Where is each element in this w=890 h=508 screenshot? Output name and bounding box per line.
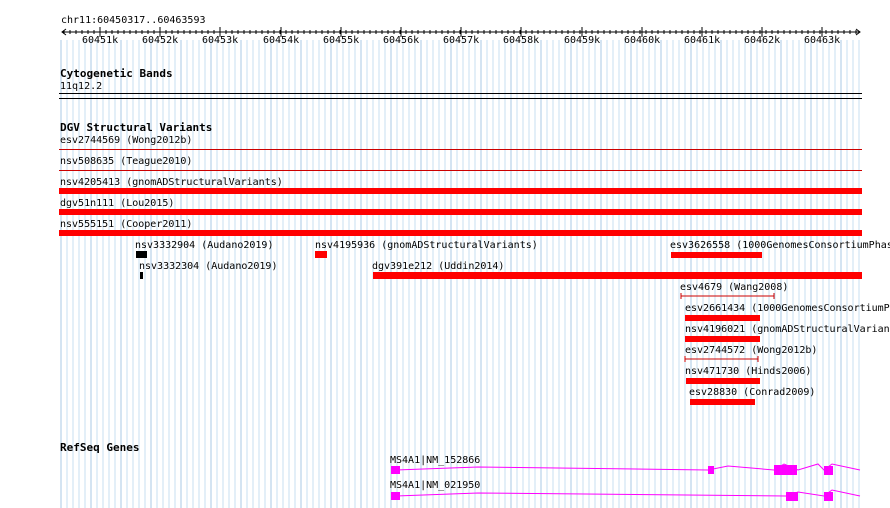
gene-model[interactable]	[388, 488, 868, 504]
ruler-tick-label: 60462k	[744, 35, 781, 46]
variant-label[interactable]: nsv3332304 (Audano2019)	[139, 261, 277, 272]
ruler-tick-label: 60454k	[263, 35, 300, 46]
variant-feature[interactable]	[136, 251, 147, 258]
variant-feature[interactable]	[686, 378, 760, 384]
variant-feature[interactable]	[690, 399, 755, 405]
ruler-tick-label: 60457k	[443, 35, 480, 46]
variant-feature[interactable]	[59, 188, 862, 194]
variant-feature[interactable]	[373, 272, 862, 279]
cytoband-line-top	[59, 93, 862, 94]
ruler-tick-label: 60459k	[564, 35, 601, 46]
gene-model[interactable]	[388, 462, 868, 478]
variant-label[interactable]: nsv3332904 (Audano2019)	[135, 240, 273, 251]
variant-feature[interactable]	[671, 252, 762, 258]
variant-feature[interactable]	[678, 291, 778, 301]
ruler-tick-label: 60456k	[383, 35, 420, 46]
cytoband-line-bottom	[59, 98, 862, 99]
cytogenetic-bands-title: Cytogenetic Bands	[60, 67, 173, 80]
variant-label[interactable]: dgv51n111 (Lou2015)	[60, 198, 174, 209]
variant-label[interactable]: nsv4205413 (gnomADStructuralVariants)	[60, 177, 283, 188]
variant-feature[interactable]	[59, 230, 862, 236]
variant-label[interactable]: nsv4196021 (gnomADStructuralVariant	[685, 324, 890, 335]
cytoband-label: 11q12.2	[60, 81, 103, 92]
variant-feature[interactable]	[685, 336, 760, 342]
ruler-tick-label: 60461k	[684, 35, 721, 46]
variant-feature[interactable]	[683, 354, 763, 364]
variant-label[interactable]: nsv4195936 (gnomADStructuralVariants)	[315, 240, 538, 251]
variant-label[interactable]: esv3626558 (1000GenomesConsortiumPhas	[670, 240, 890, 251]
variant-label[interactable]: esv2744569 (Wong2012b)	[60, 135, 192, 146]
variant-feature[interactable]	[315, 251, 327, 258]
variant-label[interactable]: nsv508635 (Teague2010)	[60, 156, 192, 167]
variant-feature[interactable]	[59, 209, 862, 215]
ruler-tick-label: 60451k	[82, 35, 119, 46]
ruler-tick-label: 60455k	[323, 35, 360, 46]
variant-feature[interactable]	[59, 149, 862, 150]
dgv-title: DGV Structural Variants	[60, 121, 213, 134]
variant-label[interactable]: dgv391e212 (Uddin2014)	[372, 261, 504, 272]
variant-label[interactable]: esv2661434 (1000GenomesConsortiumPh	[685, 303, 890, 314]
variant-feature[interactable]	[140, 272, 143, 279]
ruler-tick-label: 60463k	[804, 35, 841, 46]
variant-feature[interactable]	[59, 170, 862, 171]
refseq-title: RefSeq Genes	[60, 441, 140, 454]
ruler-tick-label: 60458k	[503, 35, 540, 46]
variant-label[interactable]: esv28830 (Conrad2009)	[689, 387, 815, 398]
ruler-tick-label: 60453k	[202, 35, 239, 46]
variant-label[interactable]: nsv555151 (Cooper2011)	[60, 219, 192, 230]
variant-feature[interactable]	[685, 315, 760, 321]
variant-label[interactable]: nsv471730 (Hinds2006)	[685, 366, 811, 377]
ruler-tick-label: 60460k	[624, 35, 661, 46]
ruler-tick-label: 60452k	[142, 35, 179, 46]
